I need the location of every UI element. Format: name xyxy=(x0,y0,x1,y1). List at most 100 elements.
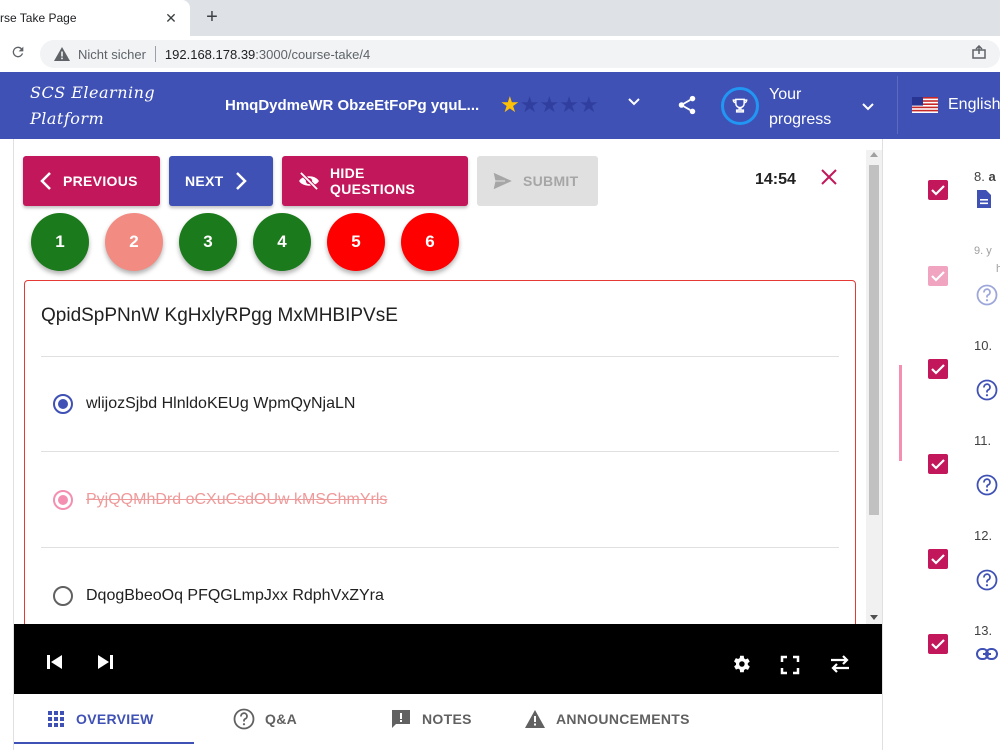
scroll-up-arrow-icon[interactable] xyxy=(870,152,878,157)
browser-tab[interactable]: rse Take Page ✕ xyxy=(0,0,190,36)
question-number-button[interactable]: 5 xyxy=(327,213,385,271)
completed-checkbox[interactable] xyxy=(928,454,948,474)
radio-selected[interactable] xyxy=(53,394,73,414)
settings-gear-icon[interactable] xyxy=(730,653,752,680)
scrollbar-thumb[interactable] xyxy=(869,165,879,515)
course-rating[interactable]: ★ ★ ★ ★ ★ xyxy=(500,92,599,118)
active-tab-indicator xyxy=(14,742,194,744)
radio-unselected[interactable] xyxy=(53,586,73,606)
tab-notes[interactable]: NOTES xyxy=(390,694,472,744)
question-navigator: 123456 xyxy=(31,213,459,271)
question-title: QpidSpPNnW KgHxlyRPgg MxMHBIPVsE xyxy=(41,305,398,326)
sidebar-item-number[interactable]: 10. xyxy=(974,338,992,353)
question-number-button[interactable]: 6 xyxy=(401,213,459,271)
sidebar-item-number[interactable]: 13. xyxy=(974,623,992,638)
submit-label: SUBMIT xyxy=(523,173,579,189)
completed-checkbox[interactable] xyxy=(928,180,948,200)
sidebar-item-index: 8. xyxy=(974,169,985,184)
star-icon[interactable]: ★ xyxy=(579,92,599,118)
browser-tab-title: rse Take Page xyxy=(0,11,77,25)
question-circle-icon xyxy=(976,474,998,501)
eye-off-icon xyxy=(298,172,320,190)
warning-icon xyxy=(524,709,546,729)
hide-questions-button[interactable]: HIDE QUESTIONS xyxy=(282,156,468,206)
completed-checkbox[interactable] xyxy=(928,266,948,286)
question-toolbar: PREVIOUS NEXT HIDE QUESTIONS SUBMIT xyxy=(23,156,598,206)
countdown-timer: 14:54 xyxy=(755,171,796,188)
star-icon[interactable]: ★ xyxy=(500,92,520,118)
submit-button[interactable]: SUBMIT xyxy=(477,156,598,206)
omnibox-divider xyxy=(154,46,156,62)
tab-notes-label: NOTES xyxy=(422,711,472,727)
grid-icon xyxy=(48,711,64,727)
language-selector[interactable]: English xyxy=(897,76,1000,134)
sidebar-item-number[interactable]: 9. y xyxy=(974,245,992,257)
tab-qa[interactable]: Q&A xyxy=(233,694,297,744)
question-circle-icon xyxy=(233,708,255,730)
question-circle-icon xyxy=(976,569,998,596)
content-scrollbar[interactable] xyxy=(866,150,882,624)
reload-icon[interactable] xyxy=(10,44,26,65)
tab-overview[interactable]: OVERVIEW xyxy=(48,694,154,744)
next-button[interactable]: NEXT xyxy=(169,156,273,206)
notes-icon xyxy=(390,708,412,730)
close-icon[interactable] xyxy=(820,167,838,191)
insecure-label[interactable]: Nicht sicher xyxy=(78,47,146,62)
tab-close-icon[interactable]: ✕ xyxy=(160,10,182,27)
question-number-button[interactable]: 3 xyxy=(179,213,237,271)
previous-button[interactable]: PREVIOUS xyxy=(23,156,160,206)
sidebar-item-title-fragment: y xyxy=(986,245,992,257)
chevron-down-icon[interactable] xyxy=(626,94,642,110)
current-item-indicator xyxy=(899,365,902,461)
star-icon[interactable]: ★ xyxy=(520,92,540,118)
answer-option[interactable]: wlijozSjbd HlnldoKEUg WpmQyNjaLN xyxy=(53,394,355,414)
hide-questions-label: HIDE QUESTIONS xyxy=(330,165,416,197)
answer-option[interactable]: DqogBbeoOq PFQGLmpJxx RdphVxZYra xyxy=(53,586,384,606)
curriculum-sidebar: 8. a 9. y h 10. 11. 12. 13. xyxy=(882,139,1000,750)
radio-wrong[interactable] xyxy=(53,490,73,510)
your-progress-button[interactable]: Your progress xyxy=(769,82,849,132)
sidebar-item-number[interactable]: 8. a xyxy=(974,169,996,184)
completed-checkbox[interactable] xyxy=(928,634,948,654)
question-number-button[interactable]: 4 xyxy=(253,213,311,271)
tab-announcements-label: ANNOUNCEMENTS xyxy=(556,711,690,727)
sidebar-item-number[interactable]: 12. xyxy=(974,528,992,543)
divider xyxy=(41,451,839,452)
skip-previous-icon[interactable] xyxy=(46,654,64,675)
tab-qa-label: Q&A xyxy=(265,711,298,727)
question-number-button[interactable]: 2 xyxy=(105,213,163,271)
player-controls xyxy=(14,624,882,694)
question-number-button[interactable]: 1 xyxy=(31,213,89,271)
fullscreen-icon[interactable] xyxy=(780,655,800,680)
share-icon[interactable] xyxy=(676,94,698,121)
previous-label: PREVIOUS xyxy=(63,173,138,189)
sidebar-item-number[interactable]: 11. xyxy=(974,433,991,448)
url-path: :3000/course-take/4 xyxy=(255,46,371,62)
answer-text: PyjQQMhDrd oCXuCsdOUw kMSChmYrls xyxy=(86,491,388,508)
tab-overview-label: OVERVIEW xyxy=(76,711,154,727)
tab-announcements[interactable]: ANNOUNCEMENTS xyxy=(524,694,690,744)
completed-checkbox[interactable] xyxy=(928,359,948,379)
language-label: English xyxy=(948,96,1000,113)
next-label: NEXT xyxy=(185,173,224,189)
question-circle-icon xyxy=(976,284,998,311)
question-circle-icon xyxy=(976,379,998,406)
platform-logo[interactable]: SCS Elearning Platform xyxy=(30,80,155,132)
scroll-down-arrow-icon[interactable] xyxy=(870,615,878,620)
share-page-icon[interactable] xyxy=(972,44,986,62)
star-icon[interactable]: ★ xyxy=(539,92,559,118)
warning-icon[interactable] xyxy=(54,47,70,61)
app-header: SCS Elearning Platform HmqDydmeWR ObzeEt… xyxy=(0,72,1000,139)
completed-checkbox[interactable] xyxy=(928,549,948,569)
divider xyxy=(41,547,839,548)
star-icon[interactable]: ★ xyxy=(559,92,579,118)
answer-option[interactable]: PyjQQMhDrd oCXuCsdOUw kMSChmYrls xyxy=(53,490,387,510)
browser-tab-bar: rse Take Page ✕ + xyxy=(0,0,1000,36)
trophy-icon[interactable] xyxy=(721,87,759,125)
omnibox[interactable]: Nicht sicher 192.168.178.39 :3000/course… xyxy=(40,40,1000,68)
document-icon xyxy=(976,189,992,214)
skip-next-icon[interactable] xyxy=(96,654,114,675)
chevron-down-icon[interactable] xyxy=(860,99,876,120)
swap-icon[interactable] xyxy=(828,654,852,679)
new-tab-button[interactable]: + xyxy=(200,5,224,29)
